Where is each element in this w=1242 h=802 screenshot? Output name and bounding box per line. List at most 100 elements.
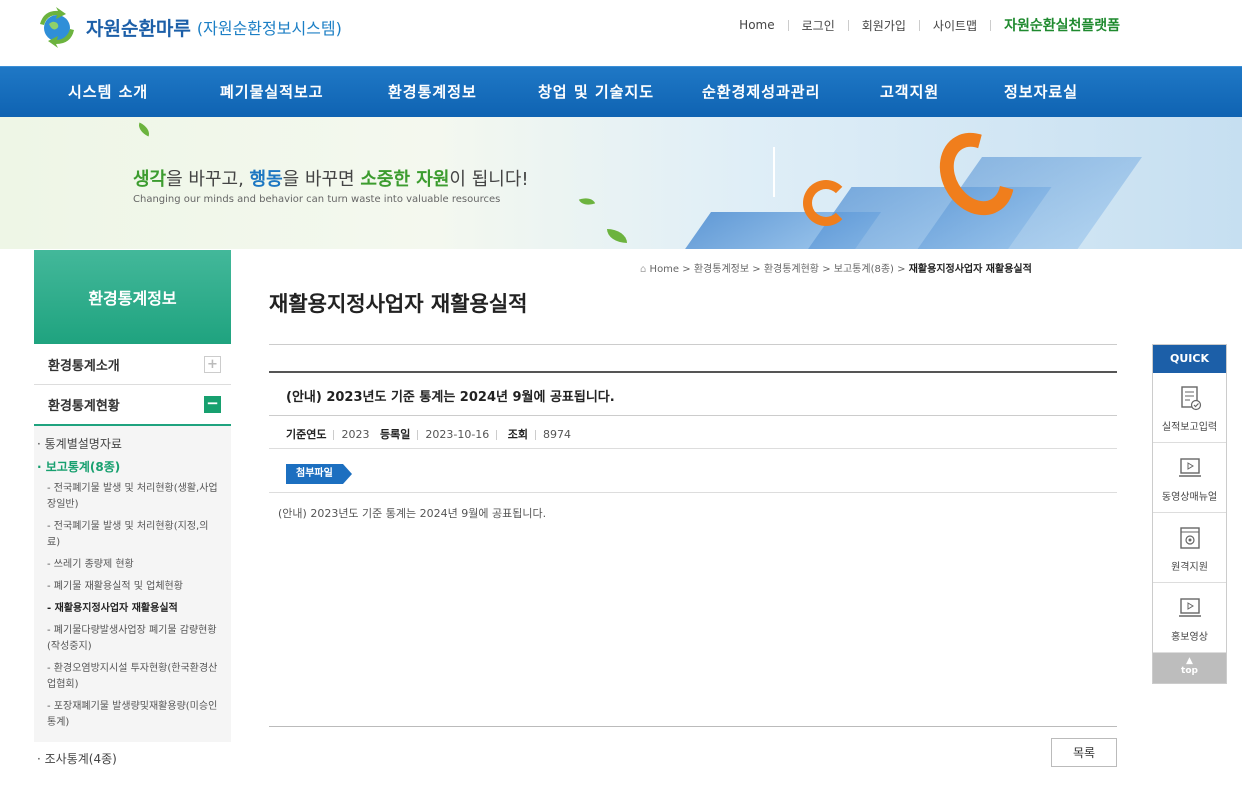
submenu-item-label: 폐기물다량발생사업장 폐기물 감량현황(작성중지) (47, 625, 217, 652)
arrow-up-icon: ▲ (1186, 656, 1193, 666)
quick-report-input[interactable]: 실적보고입력 (1153, 373, 1226, 443)
gnb-startup-tech[interactable]: 창업 및 기술지도 (538, 81, 654, 102)
post-title: (안내) 2023년도 기준 통계는 2024년 9월에 공표됩니다. (269, 373, 1117, 416)
submenu-item[interactable]: - 포장재폐기물 발생량및재활용량(미승인통계) (34, 696, 231, 734)
attachment-label: 첨부파일 (286, 464, 352, 484)
divider (269, 726, 1117, 727)
page-title: 재활용지정사업자 재활용실적 (269, 292, 528, 316)
gnb-circular-economy[interactable]: 순환경제성과관리 (702, 81, 820, 102)
side-menu-env-intro[interactable]: 환경통계소개 + (34, 344, 231, 385)
site-logo[interactable]: 자원순환마루 (자원순환정보시스템) (34, 6, 342, 48)
quick-item-label: 실적보고입력 (1161, 422, 1218, 433)
quick-menu-title: QUICK (1153, 345, 1226, 373)
submenu-label: 조사통계(4종) (44, 752, 117, 766)
side-menu-env-status[interactable]: 환경통계현황 − (34, 385, 231, 426)
breadcrumb: ⌂ Home > 환경통계정보 > 환경통계현황 > 보고통계(8종) > 재활… (640, 260, 1032, 275)
divider (417, 430, 419, 440)
monitor-play-icon (1178, 458, 1201, 477)
platform-link[interactable]: 자원순환실천플랫폼 (1004, 15, 1120, 35)
leaf-decoration (607, 229, 627, 243)
leaf-decoration (578, 194, 596, 209)
submenu-item-label: 폐기물 재활용실적 및 업체현황 (53, 581, 183, 592)
submenu-item[interactable]: - 전국폐기물 발생 및 처리현황(지정,의료) (34, 516, 231, 554)
leaf-decoration (135, 122, 153, 137)
divider (787, 19, 789, 31)
breadcrumb-home[interactable]: Home (650, 264, 680, 275)
breadcrumb-separator: > (682, 264, 691, 275)
meta-year-value: 2023 (341, 428, 370, 441)
submenu-item[interactable]: - 환경오염방지시설 투자현황(한국환경산업협회) (34, 658, 231, 696)
monitor-play-icon (1178, 598, 1201, 617)
divider (269, 344, 1117, 345)
gnb-customer-support[interactable]: 고객지원 (880, 81, 939, 102)
quick-remote-support[interactable]: 원격지원 (1153, 513, 1226, 583)
meta-date-value: 2023-10-16 (425, 428, 490, 441)
utility-menu: Home 로그인 회원가입 사이트맵 자원순환실천플랫폼 (739, 15, 1120, 35)
gnb-env-statistics[interactable]: 환경통계정보 (388, 81, 477, 102)
util-link-login[interactable]: 로그인 (802, 17, 835, 34)
logo-subtitle: (자원순환정보시스템) (196, 19, 342, 38)
slogan-part: 을 바꾸고, (166, 169, 250, 190)
meta-label: 기준연도 (286, 428, 327, 441)
breadcrumb-separator: > (897, 264, 906, 275)
quick-item-label: 동영상매뉴얼 (1161, 492, 1218, 503)
submenu-item-label: 포장재폐기물 발생량및재활용량(미승인통계) (47, 701, 218, 728)
gnb-waste-report[interactable]: 폐기물실적보고 (220, 81, 324, 102)
breadcrumb-item[interactable]: 보고통계(8종) (834, 264, 894, 275)
slogan-part: 을 바꾸면 (282, 169, 361, 190)
submenu-survey-stats[interactable]: · 조사통계(4종) (34, 742, 231, 767)
divider (535, 430, 537, 440)
logo-title: 자원순환마루 (86, 17, 191, 40)
side-nav-title: 환경통계정보 (34, 250, 231, 344)
breadcrumb-separator: > (822, 264, 831, 275)
side-submenu: · 통계별설명자료 · 보고통계(8종) - 전국폐기물 발생 및 처리현황(생… (34, 426, 231, 742)
util-link-join[interactable]: 회원가입 (862, 17, 906, 34)
submenu-label: 통계별설명자료 (44, 437, 122, 451)
submenu-item[interactable]: - 폐기물 재활용실적 및 업체현황 (34, 576, 231, 598)
banner-subtext: Changing our minds and behavior can turn… (133, 194, 501, 205)
divider (496, 430, 498, 440)
divider (333, 430, 335, 440)
side-menu-label: 환경통계소개 (48, 358, 120, 374)
slogan-part: 생각 (133, 169, 167, 190)
attachment-row: 첨부파일 (269, 449, 1117, 493)
gnb-system-intro[interactable]: 시스템 소개 (68, 81, 148, 102)
submenu-item-current[interactable]: - 재활용지정사업자 재활용실적 (34, 598, 231, 620)
breadcrumb-current: 재활용지정사업자 재활용실적 (908, 264, 1032, 275)
collapse-minus-icon[interactable]: − (204, 396, 221, 413)
submenu-stat-description[interactable]: · 통계별설명자료 (34, 432, 231, 455)
submenu-item-label: 전국폐기물 발생 및 처리현황(지정,의료) (47, 521, 209, 548)
scroll-top-label: top (1181, 666, 1198, 676)
submenu-item[interactable]: - 폐기물다량발생사업장 폐기물 감량현황(작성중지) (34, 620, 231, 658)
breadcrumb-item[interactable]: 환경통계현황 (764, 264, 819, 275)
list-button[interactable]: 목록 (1051, 738, 1117, 767)
expand-plus-icon[interactable]: + (204, 355, 221, 373)
submenu-item-label: 환경오염방지시설 투자현황(한국환경산업협회) (47, 663, 218, 690)
quick-promo-video[interactable]: 홍보영상 (1153, 583, 1226, 653)
submenu-item-label: 쓰레기 종량제 현황 (53, 559, 134, 570)
recycle-arrow-icon (803, 180, 849, 226)
quick-video-manual[interactable]: 동영상매뉴얼 (1153, 443, 1226, 513)
submenu-item[interactable]: - 쓰레기 종량제 현황 (34, 554, 231, 576)
quick-item-label: 원격지원 (1171, 562, 1208, 573)
breadcrumb-item[interactable]: 환경통계정보 (694, 264, 749, 275)
breadcrumb-separator: > (752, 264, 761, 275)
meta-label: 조회 (507, 428, 529, 441)
submenu-item[interactable]: - 전국폐기물 발생 및 처리현황(생활,사업장일반) (34, 478, 231, 516)
side-navigation: 환경통계정보 환경통계소개 + 환경통계현황 − · 통계별설명자료 · 보고통… (34, 250, 231, 767)
wind-turbine-image (773, 147, 775, 197)
submenu-item-label: 재활용지정사업자 재활용실적 (54, 603, 178, 614)
submenu-report-stats[interactable]: · 보고통계(8종) (34, 455, 231, 478)
recycle-globe-icon (34, 6, 80, 48)
top-header: 자원순환마루 (자원순환정보시스템) Home 로그인 회원가입 사이트맵 자원… (0, 0, 1242, 66)
home-icon: ⌂ (640, 264, 647, 275)
scroll-top-button[interactable]: ▲ top (1153, 653, 1226, 683)
gnb-info-room[interactable]: 정보자료실 (1004, 81, 1078, 102)
submenu-item-label: 전국폐기물 발생 및 처리현황(생활,사업장일반) (47, 483, 218, 510)
util-link-home[interactable]: Home (739, 18, 774, 32)
banner-slogan: 생각을 바꾸고, 행동을 바꾸면 소중한 자원이 됩니다! (133, 165, 529, 191)
post-body: (안내) 2023년도 기준 통계는 2024년 9월에 공표됩니다. (278, 507, 547, 520)
side-menu-label: 환경통계현황 (48, 399, 120, 414)
slogan-part: 이 됩니다! (449, 169, 529, 190)
util-link-sitemap[interactable]: 사이트맵 (933, 17, 977, 34)
